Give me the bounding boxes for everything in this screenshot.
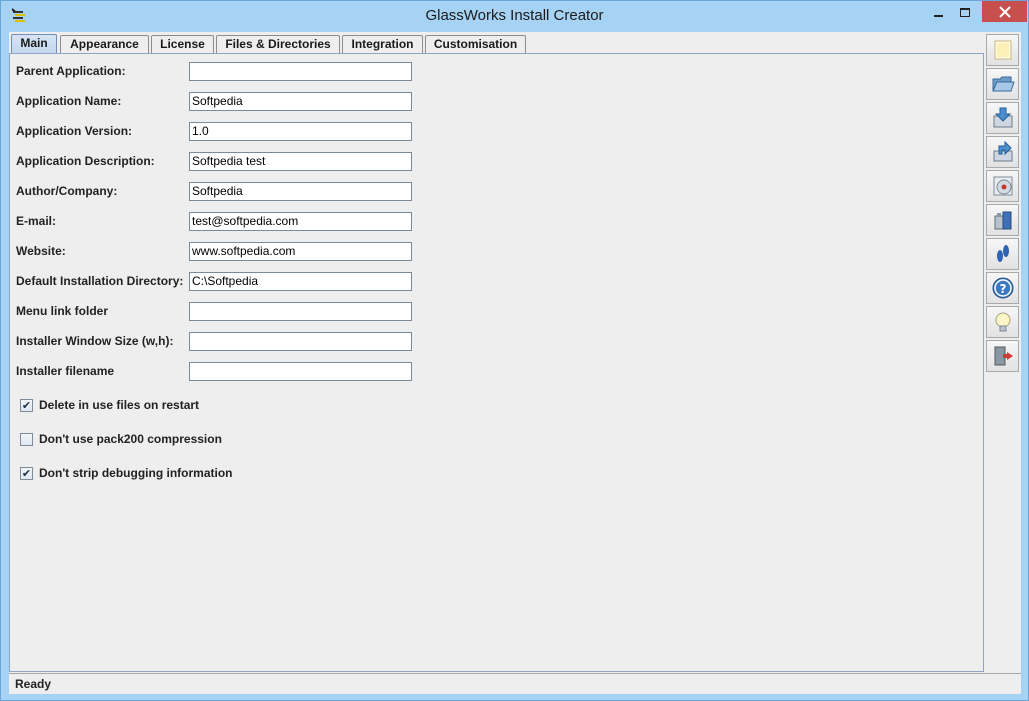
run-button[interactable] [986, 238, 1019, 270]
tab-customisation[interactable]: Customisation [425, 35, 526, 54]
minimize-button[interactable] [924, 1, 952, 23]
tab-main[interactable]: Main [11, 34, 57, 55]
help-icon: ? [992, 277, 1013, 299]
tab-license[interactable]: License [151, 35, 214, 54]
website-field[interactable]: www.softpedia.com [189, 242, 412, 261]
status-bar: Ready [9, 673, 1021, 694]
author-company-field[interactable]: Softpedia [189, 182, 412, 201]
application-name-label: Application Name: [16, 94, 122, 108]
no-strip-debug-checkbox[interactable]: ✔ [20, 466, 33, 480]
side-toolbar: ? [985, 32, 1021, 672]
installer-filename-label: Installer filename [16, 364, 115, 378]
new-document-icon [994, 40, 1011, 60]
svg-text:?: ? [999, 282, 1006, 296]
save-icon [993, 107, 1012, 128]
application-description-label: Application Description: [16, 154, 155, 168]
footprints-icon [996, 245, 1009, 262]
window-title: GlassWorks Install Creator [425, 7, 604, 24]
minimize-icon [933, 15, 943, 17]
installer-window-size-label: Installer Window Size (w,h): [16, 334, 174, 348]
exit-button[interactable] [986, 340, 1019, 372]
parent-application-field[interactable] [189, 62, 412, 81]
no-pack200-checkbox[interactable] [20, 432, 33, 446]
tab-integration[interactable]: Integration [342, 35, 423, 54]
main-content: Main Appearance License Files & Director… [9, 32, 1021, 694]
installer-filename-field[interactable] [189, 362, 412, 381]
save-as-icon [993, 140, 1012, 162]
build-button[interactable] [986, 170, 1019, 202]
save-as-button[interactable] [986, 136, 1019, 168]
close-button[interactable] [982, 1, 1027, 22]
open-folder-icon [991, 76, 1015, 92]
delete-in-use-row[interactable]: ✔ Delete in use files on restart [20, 397, 199, 413]
tip-lightbulb-icon [995, 312, 1010, 332]
website-label: Website: [16, 244, 66, 258]
author-company-label: Author/Company: [16, 184, 118, 198]
application-description-field[interactable]: Softpedia test [189, 152, 412, 171]
maximize-button[interactable] [951, 1, 979, 23]
tab-appearance[interactable]: Appearance [60, 35, 149, 54]
application-version-field[interactable]: 1.0 [189, 122, 412, 141]
package-button[interactable] [986, 204, 1019, 236]
default-install-dir-label: Default Installation Directory: [16, 274, 184, 288]
no-strip-debug-row[interactable]: ✔ Don't strip debugging information [20, 465, 233, 481]
email-label: E-mail: [16, 214, 57, 228]
close-icon [998, 5, 1011, 18]
delete-in-use-checkbox[interactable]: ✔ [20, 398, 33, 412]
maximize-icon [960, 7, 970, 17]
no-pack200-label: Don't use pack200 compression [39, 432, 222, 446]
menu-link-folder-field[interactable] [189, 302, 412, 321]
application-name-field[interactable]: Softpedia [189, 92, 412, 111]
application-version-label: Application Version: [16, 124, 133, 138]
no-pack200-row[interactable]: Don't use pack200 compression [20, 431, 222, 447]
exit-icon [994, 346, 1013, 366]
menu-link-folder-label: Menu link folder [16, 304, 109, 318]
main-tab-panel: Parent Application: Application Name: So… [9, 53, 984, 672]
package-icon [994, 211, 1011, 230]
no-strip-debug-label: Don't strip debugging information [39, 466, 233, 480]
save-button[interactable] [986, 102, 1019, 134]
default-install-dir-field[interactable]: C:\Softpedia [189, 272, 412, 291]
parent-application-label: Parent Application: [16, 64, 126, 78]
status-text: Ready [15, 677, 52, 691]
email-field[interactable]: test@softpedia.com [189, 212, 412, 231]
installer-window-size-field[interactable] [189, 332, 412, 351]
tab-files-directories[interactable]: Files & Directories [216, 35, 340, 54]
build-disc-icon [993, 176, 1012, 196]
help-button[interactable]: ? [986, 272, 1019, 304]
app-window: GlassWorks Install Creator Main Appearan… [0, 0, 1029, 701]
delete-in-use-label: Delete in use files on restart [39, 398, 200, 412]
title-bar[interactable]: GlassWorks Install Creator [1, 1, 1028, 32]
new-button[interactable] [986, 34, 1019, 66]
tip-button[interactable] [986, 306, 1019, 338]
open-button[interactable] [986, 68, 1019, 100]
